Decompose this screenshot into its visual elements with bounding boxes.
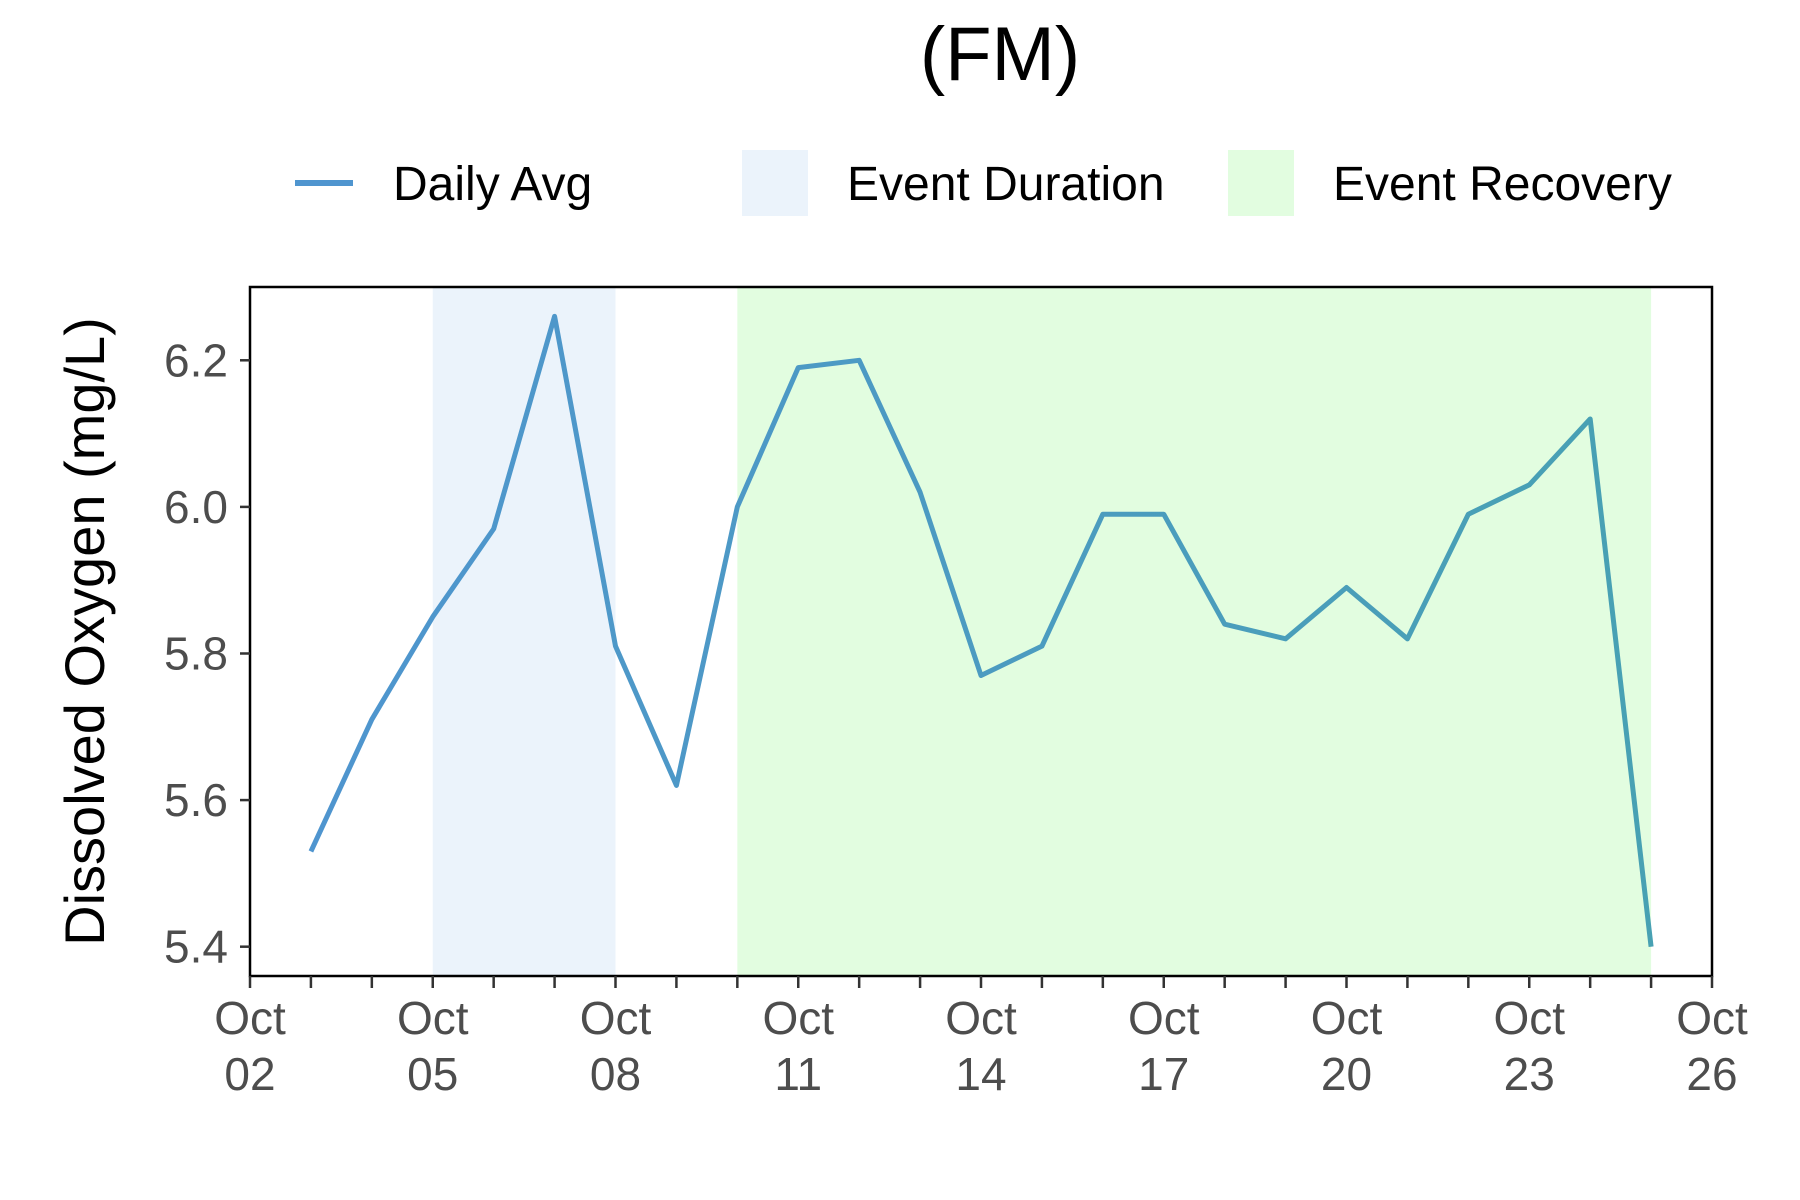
y-tick-label: 5.4	[164, 921, 228, 973]
x-tick-label: Oct 08	[580, 992, 652, 1100]
legend-label: Event Recovery	[1333, 158, 1672, 211]
y-tick-label: 5.8	[164, 627, 228, 679]
legend-label: Daily Avg	[393, 158, 592, 211]
x-tick-label: Oct 17	[1128, 992, 1200, 1100]
y-axis-label: Dissolved Oxygen (mg/L)	[53, 317, 116, 946]
legend-key	[1228, 150, 1294, 216]
legend-item-daily-avg: Daily Avg	[295, 158, 592, 211]
legend-item-event-duration: Event Duration	[742, 150, 1165, 216]
y-tick-label: 6.2	[164, 334, 228, 386]
plot-area	[248, 285, 1714, 978]
x-tick-label: Oct 26	[1676, 992, 1748, 1100]
chart-title: (FM)	[920, 12, 1080, 97]
y-tick-label: 5.6	[164, 774, 228, 826]
y-tick-label: 6.0	[164, 481, 228, 533]
y-axis: 5.4 5.6 5.8 6.0 6.2	[164, 334, 250, 973]
chart: (FM) Daily Avg Event Duration Event Recove…	[53, 12, 1748, 1100]
x-tick-label: Oct 20	[1311, 992, 1383, 1100]
x-tick-label: Oct 14	[945, 992, 1017, 1100]
legend-item-event-recovery: Event Recovery	[1228, 150, 1672, 216]
x-tick-label: Oct 05	[397, 992, 469, 1100]
x-tick-label: Oct 11	[762, 992, 834, 1100]
x-axis: Oct 02 Oct 05 Oct 08 Oct 11 Oct 14 Oct 17 Oct 20 Oct 23…	[214, 976, 1748, 1100]
x-tick-label: Oct 23	[1493, 992, 1565, 1100]
x-tick-label: Oct 02	[214, 992, 286, 1100]
legend-label: Event Duration	[847, 158, 1165, 211]
shaded-region-event-duration	[432, 287, 616, 976]
legend: Daily Avg Event Duration Event Recovery	[295, 150, 1672, 216]
legend-key	[742, 150, 808, 216]
